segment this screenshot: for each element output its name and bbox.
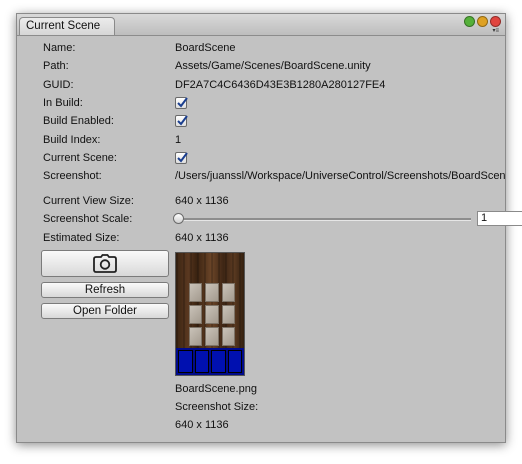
path-row: Path: Assets/Game/Scenes/BoardScene.unit…: [43, 58, 505, 74]
screenshot-scale-input[interactable]: 1: [477, 211, 522, 226]
in-build-label: In Build:: [43, 97, 83, 109]
refresh-button[interactable]: Refresh: [41, 282, 169, 298]
build-index-row: Build Index: 1: [43, 132, 505, 148]
screenshot-size-value-row: 640 x 1136: [175, 417, 505, 433]
current-scene-checkbox[interactable]: [175, 152, 188, 164]
estimated-size-value: 640 x 1136: [175, 232, 229, 244]
path-label: Path:: [43, 60, 69, 72]
camera-icon: [93, 254, 117, 273]
name-label: Name:: [43, 42, 76, 54]
in-build-row: In Build:: [43, 95, 505, 111]
tab-current-scene[interactable]: Current Scene: [19, 17, 115, 35]
guid-label: GUID:: [43, 79, 74, 91]
build-index-label: Build Index:: [43, 134, 101, 146]
take-screenshot-button[interactable]: [41, 250, 169, 277]
screenshot-scale-slider-thumb[interactable]: [173, 213, 184, 224]
tab-bar: Current Scene ▾≡: [17, 14, 505, 36]
screenshot-path-value: /Users/juanssl/Workspace/UniverseControl…: [175, 170, 505, 182]
build-index-value: 1: [175, 134, 182, 146]
checkmark-icon: [177, 115, 188, 126]
name-row: Name: BoardScene: [43, 40, 505, 56]
current-scene-row: Current Scene:: [43, 150, 505, 166]
window-controls: [464, 16, 501, 27]
minimize-button[interactable]: [477, 16, 488, 27]
open-folder-button[interactable]: Open Folder: [41, 303, 169, 319]
current-scene-window: Current Scene ▾≡ Name: BoardScene Path: …: [16, 13, 522, 443]
current-view-size-label: Current View Size:: [43, 195, 134, 207]
checkmark-icon: [177, 97, 188, 108]
screenshot-scale-slider-track[interactable]: [179, 218, 471, 221]
screenshot-size-label: Screenshot Size:: [175, 401, 259, 413]
screenshot-label: Screenshot:: [43, 170, 102, 182]
estimated-size-label: Estimated Size:: [43, 232, 120, 244]
build-enabled-label: Build Enabled:: [43, 115, 114, 127]
panel-menu-icon[interactable]: ▾≡: [492, 28, 499, 34]
in-build-checkbox[interactable]: [175, 97, 188, 109]
current-scene-label: Current Scene:: [43, 152, 117, 164]
preview-filename: BoardScene.png: [175, 383, 257, 395]
checkmark-icon: [177, 152, 188, 163]
screenshot-preview-image: [175, 252, 245, 376]
name-value: BoardScene: [175, 42, 236, 54]
screenshot-scale-row: Screenshot Scale: 1: [43, 211, 522, 227]
path-value: Assets/Game/Scenes/BoardScene.unity: [175, 60, 371, 72]
estimated-size-row: Estimated Size: 640 x 1136: [43, 230, 505, 246]
screenshot-scale-label: Screenshot Scale:: [43, 213, 133, 225]
screenshot-row: Screenshot: /Users/juanssl/Workspace/Uni…: [43, 168, 505, 184]
build-enabled-row: Build Enabled:: [43, 113, 505, 129]
current-view-size-value: 640 x 1136: [175, 195, 229, 207]
guid-value: DF2A7C4C6436D43E3B1280A280127FE4: [175, 79, 386, 91]
close-button[interactable]: [490, 16, 501, 27]
current-view-size-row: Current View Size: 640 x 1136: [43, 193, 505, 209]
screenshot-size-label-row: Screenshot Size:: [175, 399, 505, 415]
screenshot-size-value: 640 x 1136: [175, 419, 229, 431]
build-enabled-checkbox[interactable]: [175, 115, 188, 127]
zoom-button[interactable]: [464, 16, 475, 27]
preview-filename-row: BoardScene.png: [175, 381, 505, 397]
guid-row: GUID: DF2A7C4C6436D43E3B1280A280127FE4: [43, 77, 505, 93]
